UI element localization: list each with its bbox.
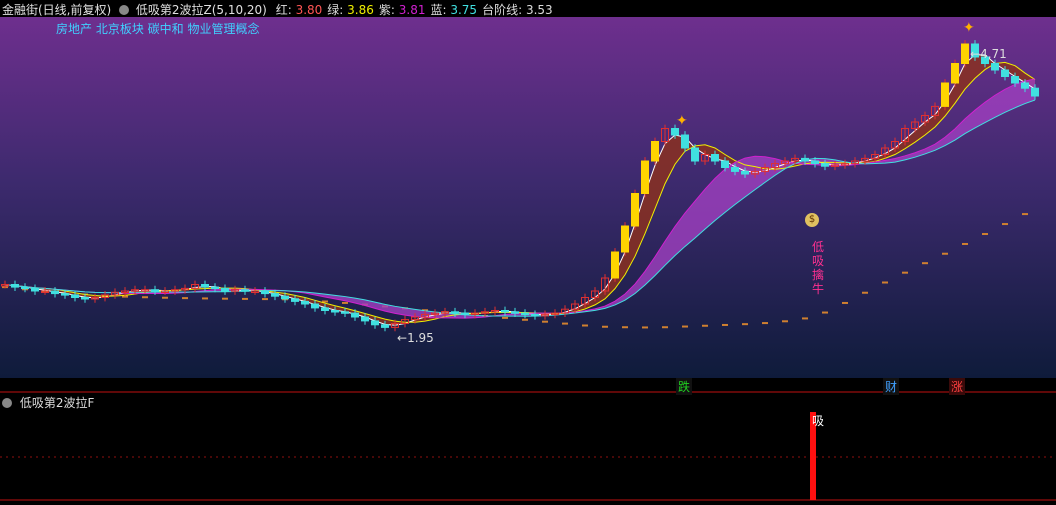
candle-body bbox=[631, 193, 639, 227]
legend-item: 蓝: 3.75 bbox=[430, 3, 478, 17]
candle-body bbox=[641, 160, 649, 194]
collapse-icon[interactable] bbox=[119, 5, 130, 15]
main-chart bbox=[0, 17, 1056, 505]
runner-icon: ✦ bbox=[963, 20, 975, 36]
candle-body bbox=[361, 316, 369, 322]
candle-body bbox=[991, 63, 999, 71]
signal-text: 低 吸 擒 牛 bbox=[812, 240, 825, 296]
candle-body bbox=[61, 293, 69, 296]
concept-tags: 房地产 北京板块 碳中和 物业管理概念 bbox=[56, 22, 260, 36]
candle-body bbox=[51, 290, 59, 295]
runner-icon: ✦ bbox=[676, 113, 688, 129]
candle-body bbox=[1001, 69, 1009, 77]
candle-body bbox=[151, 289, 159, 292]
candle-body bbox=[451, 311, 459, 314]
candle-body bbox=[381, 324, 389, 328]
candle-body bbox=[461, 312, 469, 316]
money-bag-icon: $ bbox=[805, 213, 819, 227]
candle-body bbox=[371, 320, 379, 326]
candle-body bbox=[731, 167, 739, 172]
candle-body bbox=[21, 286, 29, 290]
sub-panel-title: 低吸第2波拉F bbox=[19, 396, 95, 410]
candle-body bbox=[301, 300, 309, 305]
candle-body bbox=[351, 312, 359, 318]
candle-body bbox=[941, 82, 949, 107]
candle-body bbox=[341, 311, 349, 314]
candle-body bbox=[1011, 76, 1019, 84]
sub-panel-header: 低吸第2波拉F bbox=[2, 394, 94, 411]
candle-body bbox=[951, 63, 959, 84]
candle-body bbox=[261, 290, 269, 295]
candle-body bbox=[311, 303, 319, 309]
sub-collapse-icon[interactable] bbox=[2, 398, 12, 408]
candle-body bbox=[81, 297, 89, 300]
main-panel-bg bbox=[0, 17, 1056, 380]
candle-body bbox=[671, 128, 679, 136]
candle-body bbox=[821, 163, 829, 167]
candle-body bbox=[801, 157, 809, 162]
candle-body bbox=[961, 43, 969, 64]
header-bar: 金融街(日线,前复权) 低吸第2波拉Z(5,10,20) 红: 3.80 绿: 3… bbox=[0, 0, 1056, 17]
candle-body bbox=[271, 293, 279, 297]
candle-body bbox=[711, 154, 719, 162]
candle-body bbox=[611, 251, 619, 279]
candle-body bbox=[281, 295, 289, 300]
sub-panel-bg bbox=[0, 393, 1056, 505]
legend-item: 紫: 3.81 bbox=[378, 3, 426, 17]
low-price-label: ←1.95 bbox=[397, 331, 434, 345]
candle-body bbox=[291, 298, 299, 302]
candle-body bbox=[201, 284, 209, 288]
candle-body bbox=[531, 313, 539, 317]
candle-body bbox=[31, 287, 39, 292]
high-price-label: ←4.71 bbox=[970, 47, 1007, 61]
signal-bar-label: 吸 bbox=[812, 414, 825, 428]
candle-body bbox=[521, 312, 529, 316]
candle-body bbox=[241, 289, 249, 292]
indicator-name: 低吸第2波拉Z(5,10,20) bbox=[135, 3, 267, 17]
candle-body bbox=[811, 160, 819, 165]
event-marker-cai[interactable]: 财 bbox=[883, 378, 900, 395]
candle-body bbox=[501, 310, 509, 313]
legend: 红: 3.80 绿: 3.86 紫: 3.81 蓝: 3.75 台阶线: 3.53 bbox=[271, 3, 553, 17]
legend-item: 绿: 3.86 bbox=[327, 3, 374, 17]
candle-body bbox=[741, 170, 749, 175]
candle-body bbox=[1031, 87, 1039, 97]
candle-body bbox=[691, 147, 699, 162]
candle-body bbox=[681, 134, 689, 149]
candle-body bbox=[511, 311, 519, 314]
legend-item: 台阶线: 3.53 bbox=[482, 3, 553, 17]
event-marker-die[interactable]: 跌 bbox=[676, 378, 693, 395]
candle-body bbox=[721, 160, 729, 168]
legend-item: 红: 3.80 bbox=[275, 3, 323, 17]
candle-body bbox=[321, 307, 329, 311]
candle-body bbox=[11, 284, 19, 288]
candle-body bbox=[621, 225, 629, 253]
event-marker-zhang[interactable]: 涨 bbox=[949, 378, 966, 395]
candle-body bbox=[71, 294, 79, 298]
candle-body bbox=[651, 141, 659, 162]
app-title: 金融街(日线,前复权) bbox=[2, 3, 112, 17]
candle-body bbox=[211, 286, 219, 290]
candle-body bbox=[1021, 82, 1029, 89]
candle-body bbox=[331, 310, 339, 313]
candle-body bbox=[221, 287, 229, 292]
